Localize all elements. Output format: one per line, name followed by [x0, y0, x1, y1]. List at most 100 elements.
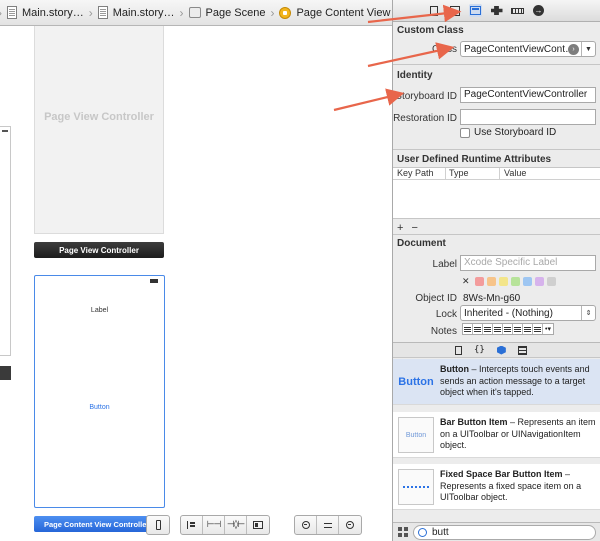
color-swatch-green[interactable] [510, 277, 520, 286]
color-swatch-yellow[interactable] [498, 277, 508, 286]
dash-icon [514, 326, 521, 332]
ui-button[interactable]: Button [35, 404, 164, 411]
equal-icon [323, 522, 332, 528]
clear-color-icon[interactable]: ✕ [462, 276, 470, 287]
battery-icon [2, 130, 8, 132]
document-label-field[interactable]: Xcode Specific Label [460, 255, 596, 271]
resolve-button[interactable]: ⊣◊⊢ [225, 516, 247, 534]
media-library-icon[interactable] [517, 345, 527, 355]
jump-bar: › Main.story… › Main.story… › Page Scene… [0, 0, 392, 26]
align-left-button[interactable] [463, 324, 473, 334]
library-item-button[interactable]: Button Button – Intercepts touch events … [393, 359, 600, 405]
scene-icon [188, 7, 201, 18]
indent-button[interactable] [533, 324, 543, 334]
offscreen-scene[interactable] [0, 126, 11, 356]
chevron-down-icon[interactable]: ▼ [581, 42, 595, 56]
resolve-icon: ⊣◊⊢ [226, 520, 245, 530]
grid-view-icon[interactable] [398, 527, 408, 537]
color-swatch-blue[interactable] [522, 277, 532, 286]
document-title: Document [397, 238, 446, 249]
library-item-fixed-space[interactable]: Fixed Space Bar Button Item – Represents… [393, 464, 600, 510]
ruler-icon [511, 7, 524, 14]
color-swatch-red[interactable] [474, 277, 484, 286]
zoom-in-button[interactable] [339, 516, 361, 534]
column-header-value[interactable]: Value [504, 168, 526, 178]
zoom-in-icon [346, 521, 354, 529]
code-snippet-icon[interactable]: {} [474, 345, 485, 355]
remove-attribute-button[interactable]: − [411, 222, 417, 234]
restoration-id-field[interactable] [460, 109, 596, 125]
more-icon: •▾ [545, 326, 551, 333]
breadcrumb-label: Main.story… [22, 6, 84, 19]
offscreen-scene-label[interactable] [0, 366, 11, 380]
use-storyboard-id-checkbox[interactable] [460, 128, 470, 138]
column-divider [445, 168, 446, 180]
natural-button[interactable] [503, 324, 513, 334]
embed-button[interactable] [247, 516, 269, 534]
spacing-button[interactable] [523, 324, 533, 334]
breadcrumb-label: Main.story… [112, 6, 175, 19]
utilities-panel: → Custom Class Class PageContentViewCont… [392, 0, 600, 541]
udra-title: User Defined Runtime Attributes [397, 154, 552, 165]
add-attribute-button[interactable]: + [397, 222, 403, 234]
library-search-input[interactable]: butt [413, 525, 596, 540]
page-view-controller-scene[interactable]: Page View Controller [34, 26, 164, 234]
notes-label: Notes [430, 326, 457, 337]
tab-attributes-inspector[interactable] [490, 4, 503, 17]
column-header-type[interactable]: Type [449, 168, 469, 178]
object-library-icon[interactable] [496, 345, 506, 355]
zoom-actual-button[interactable] [317, 516, 339, 534]
page-content-view-controller-scene[interactable]: Label Button [34, 275, 165, 508]
align-right-button[interactable] [483, 324, 493, 334]
color-swatch-purple[interactable] [534, 277, 544, 286]
divider [393, 234, 600, 235]
justify-icon [494, 326, 501, 332]
tab-identity-inspector[interactable] [469, 4, 482, 17]
library-item-name: Button [440, 364, 469, 374]
color-swatch-orange[interactable] [486, 277, 496, 286]
align-button[interactable] [181, 516, 203, 534]
zoom-out-button[interactable] [295, 516, 317, 534]
tab-quick-help[interactable] [448, 4, 461, 17]
fixed-space-icon [398, 469, 434, 505]
more-button[interactable]: •▾ [543, 324, 553, 334]
class-combobox[interactable]: PageContentViewCont… › ▼ [460, 41, 596, 57]
attributes-icon [490, 6, 503, 15]
align-right-icon [484, 326, 491, 332]
spacing-icon [524, 326, 531, 332]
color-swatch-gray[interactable] [546, 277, 556, 286]
divider [393, 149, 600, 150]
storyboard-file-icon [7, 6, 17, 19]
column-header-key-path[interactable]: Key Path [397, 168, 434, 178]
tab-size-inspector[interactable] [511, 4, 524, 17]
breadcrumb-item-scene[interactable]: Page Scene [185, 0, 270, 25]
breadcrumb-item-storyboard-1[interactable]: Main.story… [3, 0, 88, 25]
dash-button[interactable] [513, 324, 523, 334]
dotted-line-icon [403, 486, 429, 488]
identity-icon [470, 6, 481, 15]
tab-connections-inspector[interactable]: → [532, 4, 545, 17]
go-to-class-icon[interactable]: › [568, 43, 579, 55]
tab-file-inspector[interactable] [427, 4, 440, 17]
breadcrumb-item-storyboard-2[interactable]: Main.story… [94, 0, 179, 25]
library-tab-bar: {} [393, 342, 600, 358]
storyboard-id-field[interactable]: PageContentViewController [460, 87, 596, 103]
use-storyboard-id-label: Use Storyboard ID [474, 127, 557, 138]
align-center-button[interactable] [473, 324, 483, 334]
file-template-icon[interactable] [455, 345, 462, 355]
storyboard-canvas[interactable]: Page View Controller Page View Controlle… [0, 26, 392, 541]
breadcrumb-item-view-controller[interactable]: Page Content View Controller [275, 0, 392, 25]
pin-button[interactable]: ⊢⊣ [203, 516, 225, 534]
view-controller-icon [279, 6, 292, 19]
justify-button[interactable] [493, 324, 503, 334]
file-icon [429, 5, 438, 16]
quick-help-icon [449, 5, 460, 16]
breadcrumb-separator: › [179, 5, 184, 20]
device-form-button[interactable] [147, 516, 169, 534]
udra-buttons: + − [397, 222, 418, 234]
library-item-bar-button-item[interactable]: Button Bar Button Item – Represents an i… [393, 412, 600, 458]
page-view-controller-label[interactable]: Page View Controller [34, 242, 164, 258]
udra-table[interactable]: Key Path Type Value [393, 167, 600, 219]
ui-label[interactable]: Label [35, 307, 164, 314]
lock-select[interactable]: Inherited - (Nothing) ⇕ [460, 305, 596, 321]
